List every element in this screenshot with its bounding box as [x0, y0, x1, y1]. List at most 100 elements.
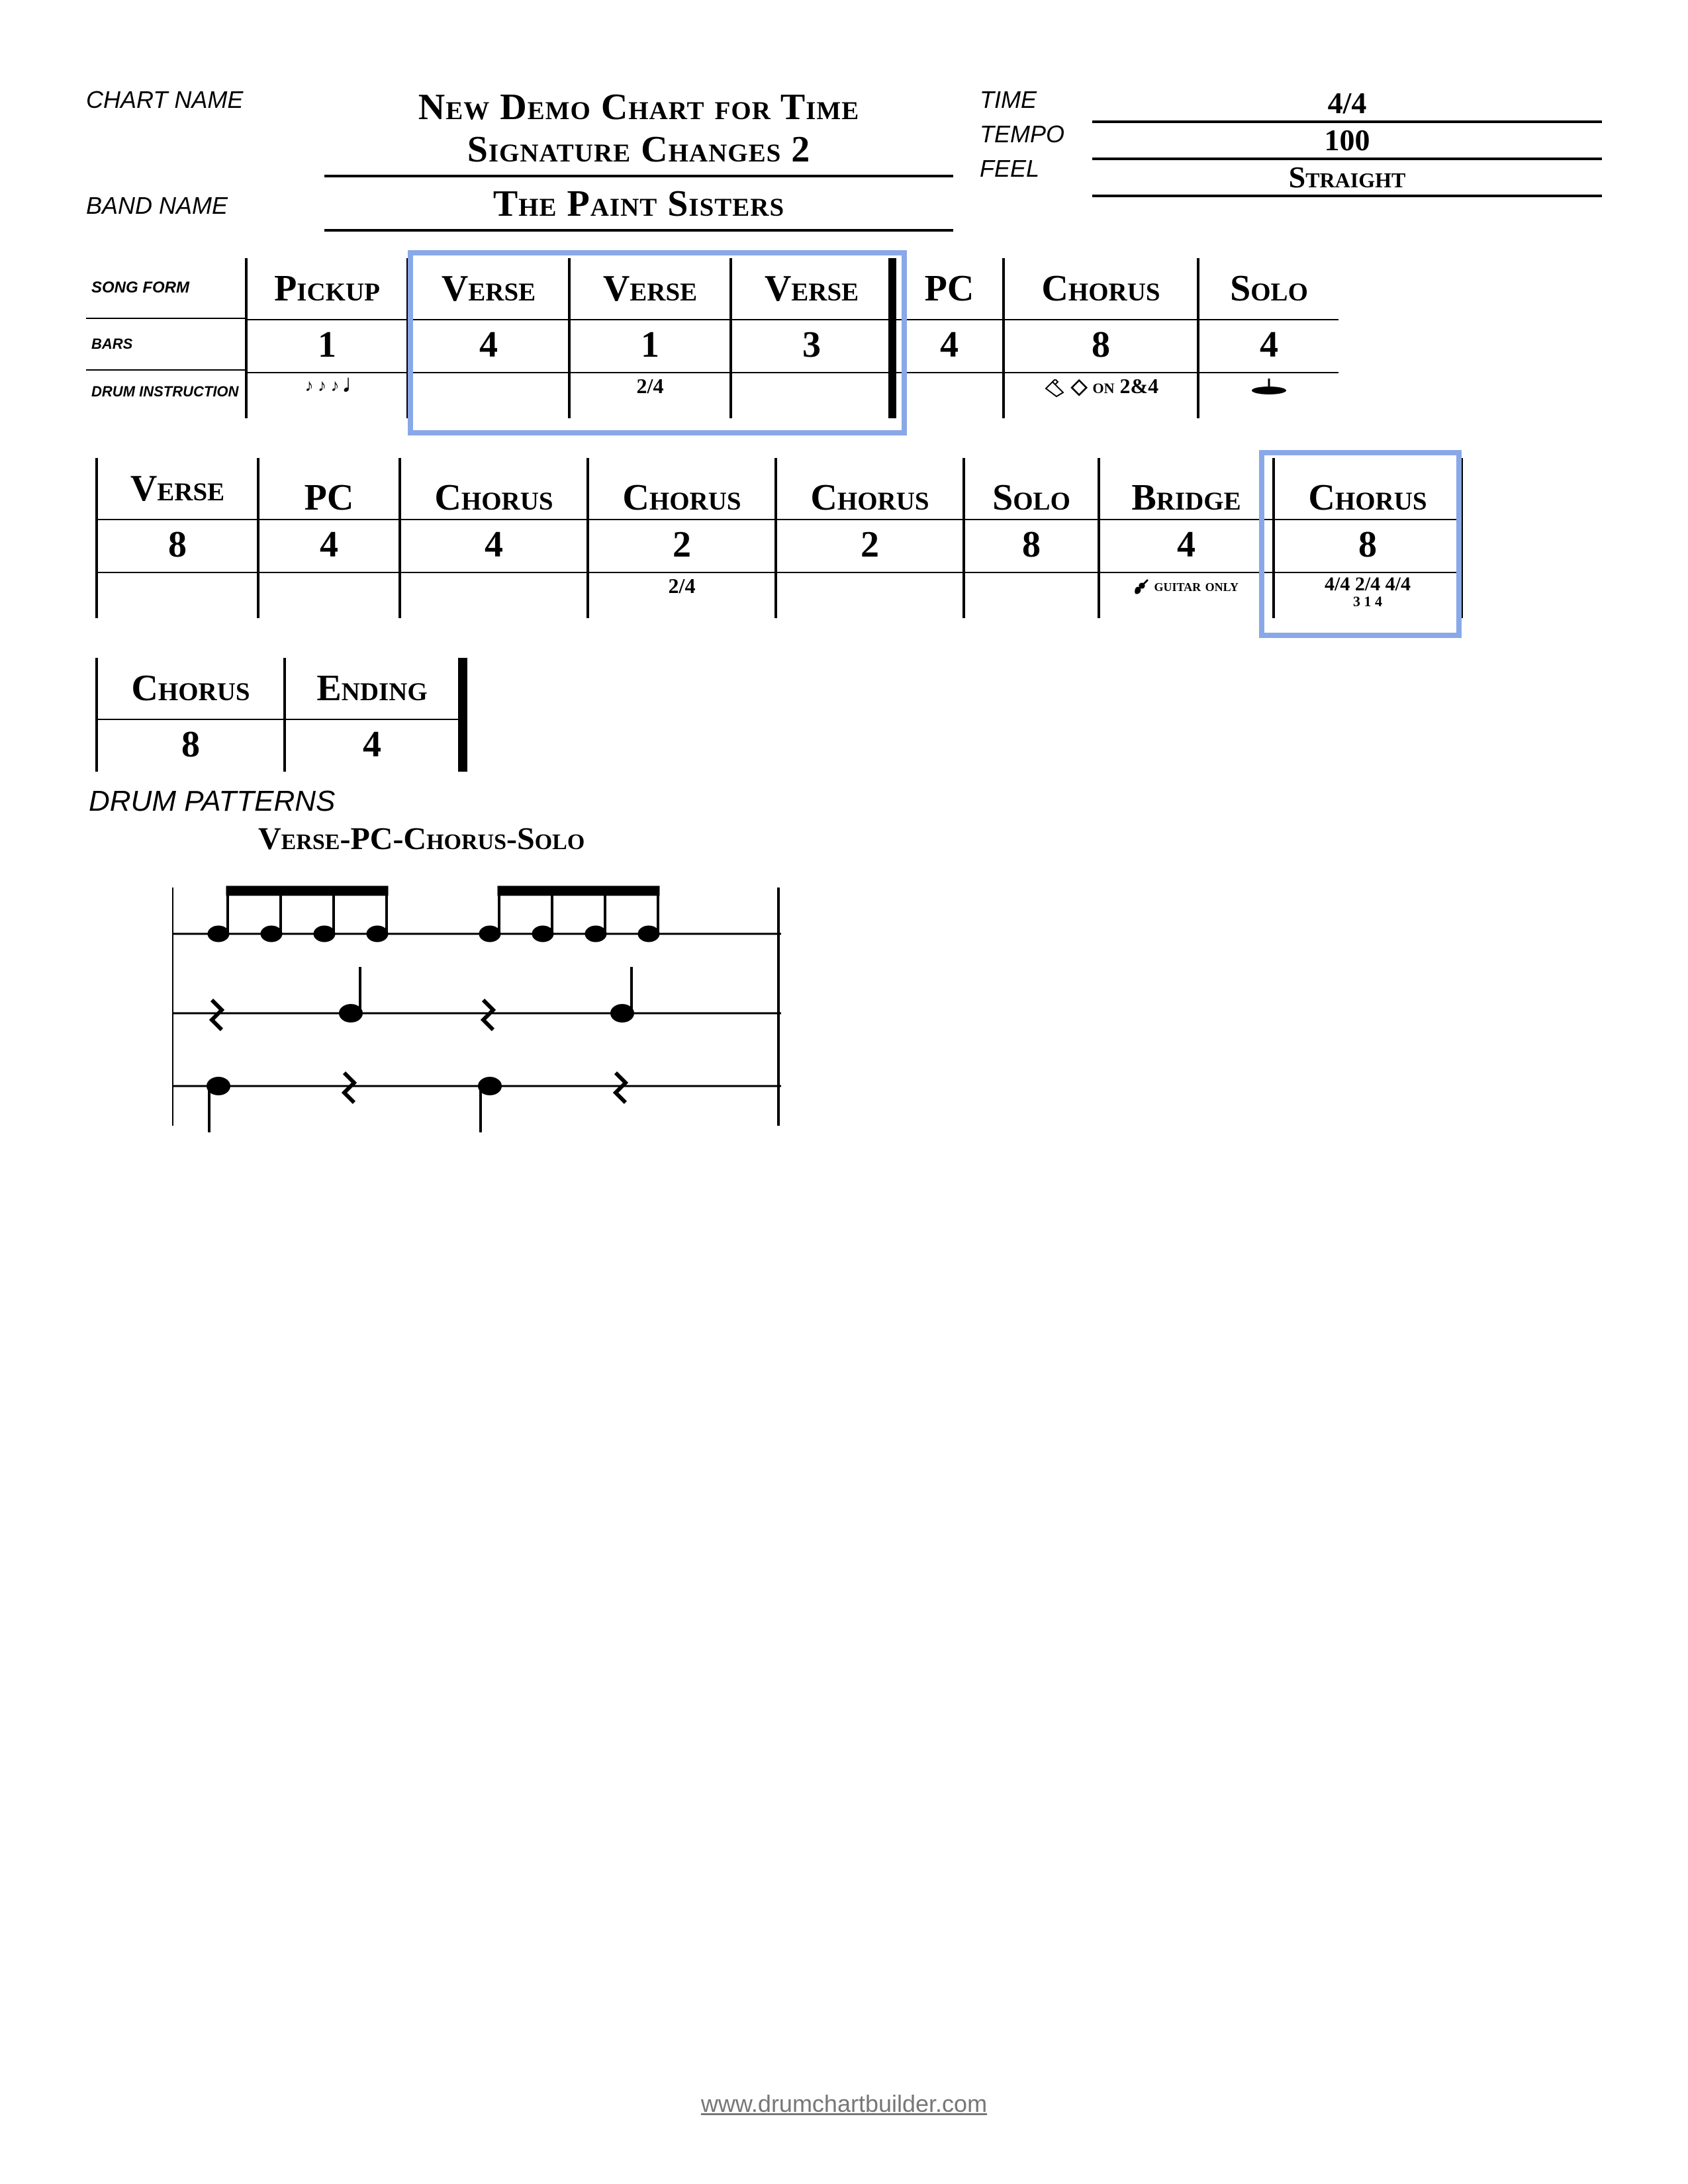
section-bars: 4	[286, 720, 458, 772]
chart-title-line2: Signature Changes 2	[324, 128, 953, 171]
bars-label: BARS	[86, 319, 245, 371]
cell-chorus: Chorus 8 4/4 2/4 4/4 3 1 4	[1272, 458, 1463, 618]
section-name: PC	[259, 458, 399, 520]
instruction-text: guitar only	[1154, 576, 1239, 595]
section-instruction: guitar only	[1100, 573, 1272, 618]
header: CHART NAME BAND NAME New Demo Chart for …	[86, 86, 1602, 238]
header-right: TIME TEMPO FEEL 4/4 100 Straight	[980, 86, 1602, 238]
time-label: TIME	[980, 86, 1079, 120]
band-name: The Paint Sisters	[324, 183, 953, 225]
drum-patterns-label: DRUM PATTERNS	[89, 785, 1602, 818]
section-name: Ending	[286, 658, 458, 720]
cell-chorus: Chorus 8 ◇ on 2&4	[1002, 258, 1197, 418]
section-name: Verse	[98, 458, 257, 520]
section-instruction	[98, 573, 257, 618]
section-name: Chorus	[589, 458, 774, 520]
meta-values: 4/4 100 Straight	[1092, 86, 1602, 238]
header-mid: New Demo Chart for Time Signature Change…	[324, 86, 953, 238]
section-bars: 4	[1199, 320, 1338, 373]
cell-verse: Verse 4	[406, 258, 568, 418]
section-bars: 4	[401, 520, 586, 573]
section-instruction: 2/4	[589, 573, 774, 618]
section-name: Chorus	[1005, 258, 1197, 320]
feel-value: Straight	[1092, 160, 1602, 197]
chart-name-label: CHART NAME	[86, 86, 298, 132]
footer-link[interactable]: www.drumchartbuilder.com	[0, 2090, 1688, 2118]
section-instruction	[732, 373, 891, 418]
section-bars: 3	[732, 320, 891, 373]
section-bars: 1	[248, 320, 406, 373]
section-instruction: ◇ on 2&4	[1005, 373, 1197, 418]
cell-verse: Verse 3	[729, 258, 894, 418]
cell-pc: PC 4	[257, 458, 399, 618]
section-name: Solo	[965, 458, 1098, 520]
section-instruction	[896, 373, 1002, 418]
section-bars: 8	[1275, 520, 1460, 573]
section-name: Bridge	[1100, 458, 1272, 520]
section-bars: 1	[571, 320, 729, 373]
tempo-label: TEMPO	[980, 120, 1079, 155]
cell-chorus: Chorus 8	[95, 658, 283, 772]
notation-svg	[172, 861, 781, 1139]
row-labels: SONG FORM BARS DRUM INSTRUCTION	[86, 258, 245, 418]
section-name: Verse	[571, 258, 729, 320]
instruction-text: 4/4 2/4 4/4	[1325, 573, 1411, 595]
section-bars: 8	[965, 520, 1098, 573]
section-name: Verse	[409, 258, 568, 320]
cell-solo: Solo 4	[1197, 258, 1338, 418]
section-bars: 4	[409, 320, 568, 373]
section-name: Chorus	[1275, 458, 1460, 520]
section-name: Chorus	[401, 458, 586, 520]
section-bars: 2	[589, 520, 774, 573]
drum-instruction-label: DRUM INSTRUCTION	[86, 371, 245, 413]
cell-chorus: Chorus 2 2/4	[586, 458, 774, 618]
section-bars: 2	[777, 520, 962, 573]
tempo-value: 100	[1092, 123, 1602, 160]
form-row-3: Chorus 8 Ending 4	[95, 658, 1602, 772]
instruction-text: ◇ on 2&4	[1071, 374, 1158, 398]
cell-pickup: Pickup 1 ♪ ♪ ♪ 𝅘𝅥	[245, 258, 406, 418]
header-left: CHART NAME BAND NAME	[86, 86, 298, 238]
section-name: Chorus	[777, 458, 962, 520]
section-bars: 8	[98, 720, 283, 772]
section-bars: 4	[1100, 520, 1272, 573]
guitar-icon	[1134, 579, 1150, 595]
feel-label: FEEL	[980, 155, 1079, 189]
cell-pc: PC 4	[894, 258, 1002, 418]
section-bars: 8	[1005, 320, 1197, 373]
section-name: Verse	[732, 258, 891, 320]
section-bars: 4	[259, 520, 399, 573]
chart-title-line1: New Demo Chart for Time	[324, 86, 953, 128]
section-instruction	[965, 573, 1098, 618]
section-name: PC	[896, 258, 1002, 320]
instruction-sub: 3 1 4	[1275, 593, 1460, 610]
section-instruction: 2/4	[571, 373, 729, 418]
rule	[324, 175, 953, 177]
section-bars: 8	[98, 520, 257, 573]
cell-verse: Verse 1 2/4	[568, 258, 729, 418]
section-instruction	[259, 573, 399, 618]
form-row-1: SONG FORM BARS DRUM INSTRUCTION Pickup 1…	[86, 258, 1602, 418]
cell-chorus: Chorus 4	[399, 458, 586, 618]
cell-ending: Ending 4	[283, 658, 467, 772]
form-row-2: Verse 8 PC 4 Chorus 4 Chorus 2 2/4 Choru…	[95, 458, 1602, 618]
pattern-title: Verse-PC-Chorus-Solo	[258, 821, 1602, 857]
section-name: Chorus	[98, 658, 283, 720]
band-name-label: BAND NAME	[86, 192, 298, 238]
section-instruction	[401, 573, 586, 618]
rule	[324, 229, 953, 232]
song-form-label: SONG FORM	[86, 258, 245, 319]
cell-bridge: Bridge 4 guitar only	[1098, 458, 1272, 618]
time-value: 4/4	[1092, 86, 1602, 123]
cymbal-icon	[1249, 379, 1289, 398]
section-name: Pickup	[248, 258, 406, 320]
section-instruction	[1199, 373, 1338, 418]
cell-verse: Verse 8	[95, 458, 257, 618]
section-bars: 4	[896, 320, 1002, 373]
section-instruction	[777, 573, 962, 618]
section-name: Solo	[1199, 258, 1338, 320]
drum-pattern-staff	[172, 861, 781, 1139]
section-instruction: 4/4 2/4 4/4 3 1 4	[1275, 573, 1460, 618]
cowbell-icon	[1043, 379, 1066, 398]
cell-solo: Solo 8	[962, 458, 1098, 618]
